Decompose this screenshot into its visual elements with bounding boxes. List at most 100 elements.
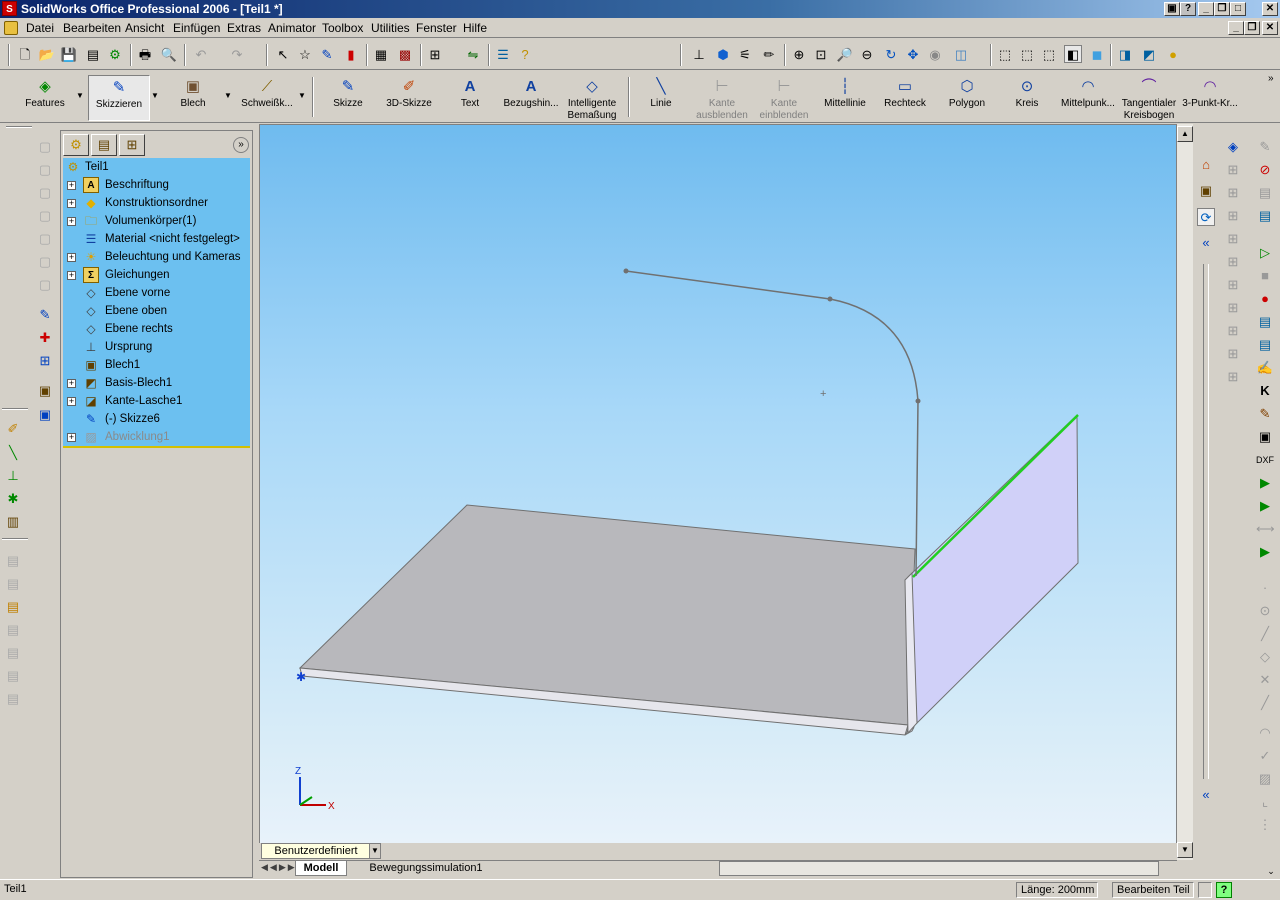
redo-icon[interactable]: ↷ (228, 45, 246, 63)
mate-icon[interactable]: ⇋ (464, 45, 482, 63)
point-right-icon[interactable]: · (1256, 579, 1274, 597)
pencil-icon[interactable]: ✏ (760, 45, 778, 63)
select-filter-icon[interactable]: ☆ (296, 45, 314, 63)
origin-left-icon[interactable]: ⊥ (4, 467, 22, 485)
document-icon[interactable] (4, 21, 18, 35)
fillet-icon[interactable]: ▢ (36, 230, 54, 248)
tool-polygon[interactable]: ⬡ Polygon (944, 75, 990, 121)
options-icon[interactable]: ▩ (396, 45, 414, 63)
macro-4-icon[interactable]: ▤ (1256, 207, 1274, 225)
tool-b-icon[interactable]: ▶ (1256, 497, 1274, 515)
tool-mittelpunktkreisbogen[interactable]: ◠ Mittelpunk... (1060, 75, 1116, 121)
tree-item-skizze6[interactable]: ✎ (-) Skizze6 (63, 410, 250, 428)
sketch-edit-icon[interactable]: ✎ (36, 306, 54, 324)
tool-c-icon[interactable]: ⟷ (1256, 520, 1275, 538)
macro-1-icon[interactable]: ✎ (1256, 138, 1274, 156)
tree-item-ebene-rechts[interactable]: ◇ Ebene rechts (63, 320, 250, 338)
expand-icon[interactable]: + (67, 379, 76, 388)
sm-tool-2-icon[interactable]: ⊞ (1224, 184, 1242, 202)
zoom-in-icon[interactable]: 🔎 (836, 45, 854, 63)
configuration-dropdown[interactable]: Benutzerdefiniert (261, 843, 371, 859)
scroll-down-icon[interactable]: ▼ (1177, 842, 1193, 858)
relations-icon[interactable]: ⊞ (36, 352, 54, 370)
cube-icon[interactable]: ⬢ (714, 45, 732, 63)
tool-disabled-2-icon[interactable]: ▤ (4, 575, 22, 593)
new-macro-icon[interactable]: ▤ (1256, 313, 1274, 331)
model-view[interactable]: + ✱ Z X (260, 125, 1177, 844)
tool-intelligente-bemassung[interactable]: ◇ Intelligente Bemaßung (566, 75, 618, 121)
tree-item-volumenkoerper[interactable]: + 🗀 Volumenkörper(1) (63, 212, 250, 230)
undo-icon[interactable]: ↶ (192, 45, 210, 63)
menu-ansicht[interactable]: Ansicht (125, 21, 164, 35)
sm-tool-4-icon[interactable]: ⊞ (1224, 230, 1242, 248)
tool-3-punkt-kreisbogen[interactable]: ◠ 3-Punkt-Kr... (1182, 75, 1238, 121)
tab-bewegungssimulation[interactable]: Bewegungssimulation1 (351, 861, 501, 876)
expand-icon[interactable]: + (67, 397, 76, 406)
tree-item-beschriftung[interactable]: + A Beschriftung (63, 176, 250, 194)
graphics-area[interactable]: + ✱ Z X (259, 124, 1177, 844)
menu-toolbox[interactable]: Toolbox (322, 21, 363, 35)
list-icon[interactable]: ☰ (494, 45, 512, 63)
corner-right-icon[interactable]: ⌞ (1256, 793, 1274, 811)
open-icon[interactable]: 📂 (38, 45, 56, 63)
chevron-down-icon[interactable]: ▼ (151, 91, 159, 100)
doc-minimize-icon[interactable]: _ (1228, 21, 1244, 35)
menu-datei[interactable]: Datei (26, 21, 54, 35)
rollback-bar[interactable] (63, 446, 250, 448)
orientation-icon[interactable]: ⊞ (426, 45, 444, 63)
tool-kante-ausblenden[interactable]: ⊢ Kante ausblenden (694, 75, 750, 121)
chevron-right-icon[interactable]: » (1268, 73, 1274, 84)
tree-item-ebene-oben[interactable]: ◇ Ebene oben (63, 302, 250, 320)
print-setup-icon[interactable]: ▤ (84, 45, 102, 63)
expand-panel-icon[interactable]: » (233, 137, 249, 153)
tool-disabled-5-icon[interactable]: ▤ (4, 644, 22, 662)
tool-linie[interactable]: ╲ Linie (640, 75, 682, 121)
edit-macro-icon[interactable]: ▤ (1256, 336, 1274, 354)
rebuild-icon[interactable]: ⚙ (106, 45, 124, 63)
circle-right-icon[interactable]: ⊙ (1256, 602, 1274, 620)
help-menu-icon[interactable]: ? (1180, 2, 1196, 16)
restore-icon[interactable]: ❐ (1214, 2, 1230, 16)
stop-square-icon[interactable]: ■ (1256, 267, 1274, 285)
sm-tool-7-icon[interactable]: ⊞ (1224, 299, 1242, 317)
view-icon[interactable]: ◉ (926, 45, 944, 63)
tree-item-konstruktionsordner[interactable]: + ◆ Konstruktionsordner (63, 194, 250, 212)
grid-icon[interactable]: ▦ (372, 45, 390, 63)
section-view-icon[interactable]: ◩ (1140, 45, 1158, 63)
check-right-icon[interactable]: ✓ (1256, 747, 1274, 765)
print-icon[interactable]: 🖶 (136, 45, 154, 63)
standard-views-icon[interactable]: ◫ (952, 45, 970, 63)
macro-3-icon[interactable]: ▤ (1256, 184, 1274, 202)
horizontal-scrollbar[interactable] (719, 861, 1159, 876)
dots-right-icon[interactable]: ⋮ (1256, 816, 1274, 834)
revolve-icon[interactable]: ▢ (36, 161, 54, 179)
chamfer-icon[interactable]: ▢ (36, 253, 54, 271)
pan-icon[interactable]: ✥ (904, 45, 922, 63)
tree-item-ursprung[interactable]: ⊥ Ursprung (63, 338, 250, 356)
expand-icon[interactable]: + (67, 199, 76, 208)
expand-icon[interactable]: + (67, 181, 76, 190)
tree-item-beleuchtung[interactable]: + ☀ Beleuchtung und Kameras (63, 248, 250, 266)
solidworks-logo-icon[interactable]: S (2, 1, 17, 16)
expand-icon[interactable]: + (67, 253, 76, 262)
tool-tangentialer-kreisbogen[interactable]: ⌒ Tangentialer Kreisbogen (1120, 75, 1178, 121)
tree-root[interactable]: ⚙ Teil1 (63, 158, 250, 176)
help-icon[interactable]: ? (1216, 882, 1232, 898)
hatch-right-icon[interactable]: ▨ (1256, 770, 1274, 788)
tree-item-blech1[interactable]: ▣ Blech1 (63, 356, 250, 374)
arc-right-icon[interactable]: ◠ (1256, 724, 1274, 742)
expand-icon[interactable]: + (67, 271, 76, 280)
select-icon[interactable]: ↖ (274, 45, 292, 63)
sm-tool-3-icon[interactable]: ⊞ (1224, 207, 1242, 225)
tool-mittellinie[interactable]: ┆ Mittellinie (820, 75, 870, 121)
hidden-lines-removed-icon[interactable]: ⬚ (1040, 45, 1058, 63)
frame-icon[interactable]: ▣ (1256, 428, 1274, 446)
sm-tool-5-icon[interactable]: ⊞ (1224, 253, 1242, 271)
tool-3-icon[interactable]: ▤ (4, 598, 22, 616)
sweep-icon[interactable]: ▢ (36, 184, 54, 202)
sign-icon[interactable]: ✍ (1256, 359, 1274, 377)
dxf-icon[interactable]: DXF (1256, 451, 1274, 469)
expand-icon[interactable]: + (67, 217, 76, 226)
menu-extras[interactable]: Extras (227, 21, 261, 35)
expand-icon[interactable]: + (67, 433, 76, 442)
